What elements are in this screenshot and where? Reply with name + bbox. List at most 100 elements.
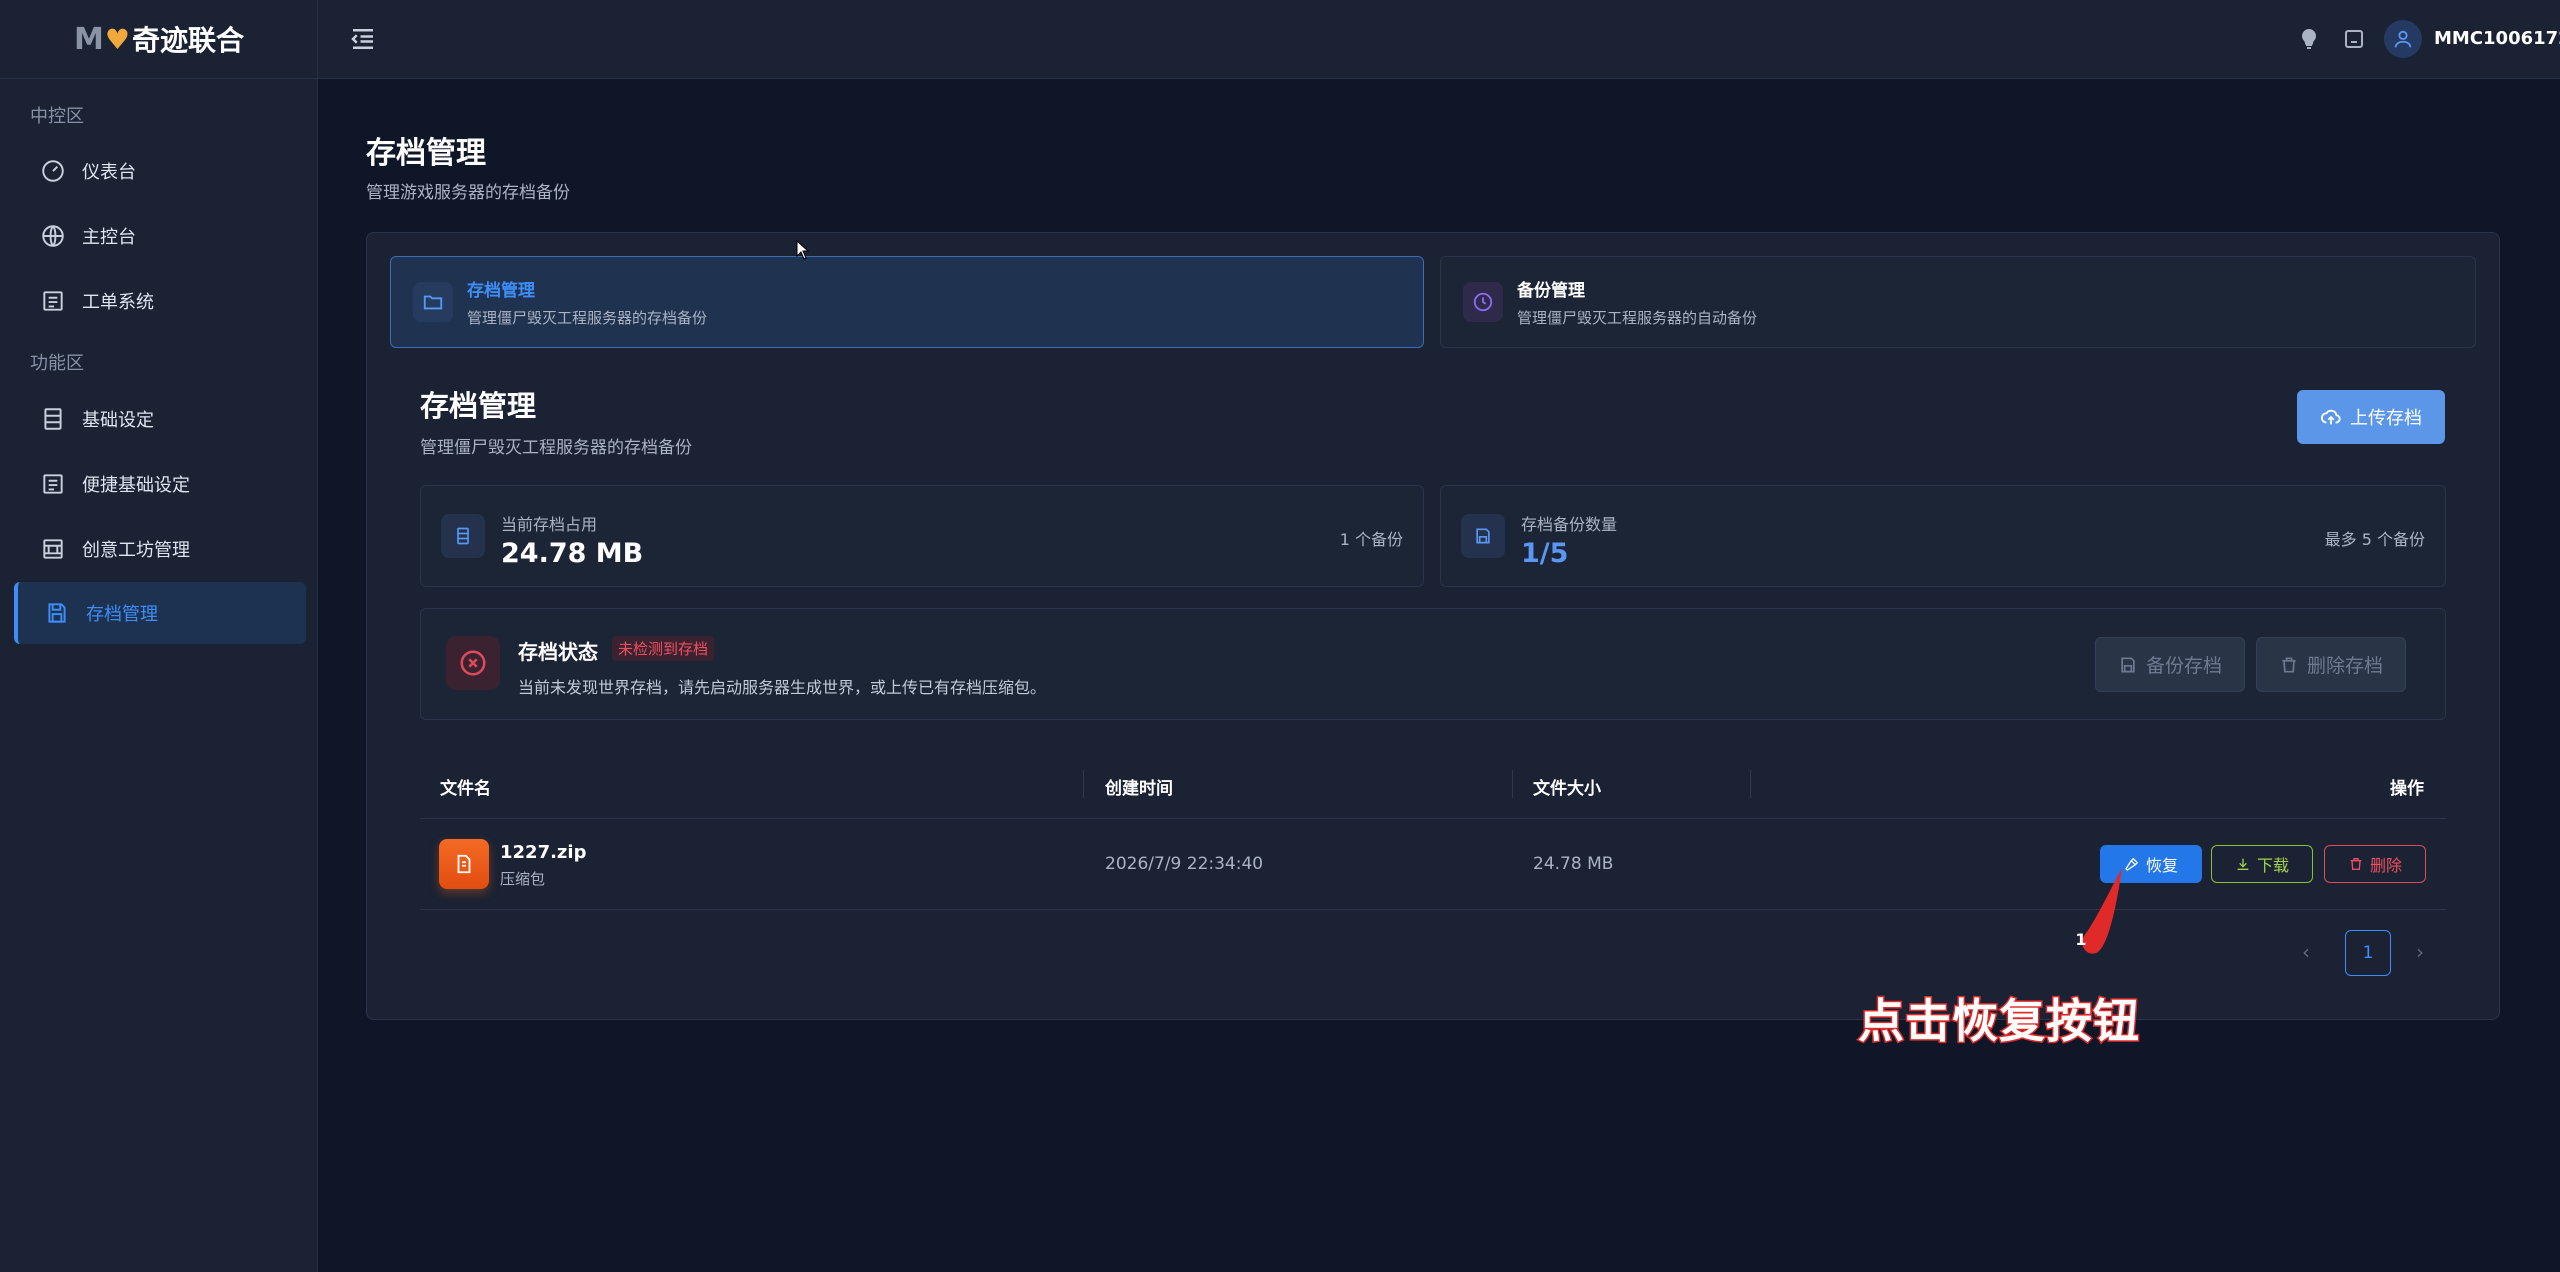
download-icon [2237, 858, 2249, 870]
tab-desc: 管理僵尸毁灭工程服务器的自动备份 [1517, 309, 1758, 327]
list-icon [43, 474, 63, 494]
next-page-button[interactable]: › [2416, 940, 2424, 964]
user-icon [2394, 30, 2412, 48]
folder-icon [423, 295, 443, 310]
stat-note: 1 个备份 [1339, 530, 1403, 549]
stat-icon-wrap [441, 514, 485, 558]
storage-icon [457, 527, 469, 545]
column-header-actions: 操作 [2390, 779, 2424, 799]
column-divider [1512, 770, 1513, 798]
stat-value: 1/5 [1521, 538, 1569, 569]
save-icon [1476, 528, 1490, 544]
clock-icon [1473, 292, 1493, 312]
sidebar-item-workshop[interactable]: 创意工坊管理 [14, 518, 306, 580]
column-divider [1750, 770, 1751, 798]
file-name: 1227.zip [500, 842, 587, 863]
stat-card-storage: 当前存档占用 24.78 MB 1 个备份 [420, 485, 1424, 587]
topbar [318, 0, 2560, 79]
column-divider [1083, 770, 1084, 798]
tab-icon-wrap [413, 282, 453, 322]
sidebar-item-label: 存档管理 [86, 604, 158, 625]
tab-icon-wrap [1463, 282, 1503, 322]
tab-desc: 管理僵尸毁灭工程服务器的存档备份 [467, 309, 708, 327]
stat-label: 当前存档占用 [501, 515, 598, 534]
avatar[interactable] [2384, 20, 2422, 58]
workshop-icon [43, 539, 63, 559]
logo[interactable]: M ♥ 奇迹联合 [0, 0, 318, 79]
list-icon [43, 291, 63, 311]
zip-file-icon [439, 839, 489, 889]
tab-title: 备份管理 [1517, 281, 1585, 301]
sidebar-item-console[interactable]: 主控台 [14, 205, 306, 267]
sidebar-item-saves[interactable]: 存档管理 [14, 582, 306, 644]
sidebar-item-dashboard[interactable]: 仪表台 [14, 140, 306, 202]
page-title: 存档管理 [366, 136, 486, 171]
sidebar-item-label: 仪表台 [82, 162, 136, 183]
prev-page-button[interactable]: ‹ [2302, 940, 2310, 964]
logo-heart-icon: ♥ [104, 22, 130, 56]
column-header-created: 创建时间 [1105, 779, 1173, 799]
annotation-text: 点击恢复按钮 [1857, 993, 2141, 1050]
tab-backup-management[interactable]: 备份管理 管理僵尸毁灭工程服务器的自动备份 [1440, 256, 2476, 348]
table-header-divider [420, 818, 2446, 819]
collapse-menu-button[interactable] [348, 24, 380, 54]
status-badge: 未检测到存档 [612, 636, 715, 661]
created-time: 2026/7/9 22:34:40 [1105, 854, 1264, 874]
stat-note: 最多 5 个备份 [2324, 530, 2425, 549]
delete-save-button[interactable]: 删除存档 [2256, 637, 2406, 692]
server-icon [44, 408, 62, 430]
backup-label: 备份存档 [2145, 655, 2222, 677]
trash-icon [2282, 657, 2296, 672]
save-icon [2121, 657, 2135, 672]
tab-title: 存档管理 [467, 281, 535, 301]
mouse-cursor-icon [796, 240, 810, 260]
page-number-button[interactable]: 1 [2345, 930, 2391, 976]
stat-card-backup-count: 存档备份数量 1/5 最多 5 个备份 [1440, 485, 2446, 587]
upload-label: 上传存档 [2350, 408, 2422, 429]
section-title: 存档管理 [420, 389, 537, 423]
sidebar-item-label: 工单系统 [82, 292, 154, 313]
section-subtitle: 管理僵尸毁灭工程服务器的存档备份 [420, 438, 692, 458]
robot-button[interactable] [2339, 24, 2369, 54]
stat-value: 24.78 MB [501, 538, 644, 569]
sidebar-item-quick-settings[interactable]: 便捷基础设定 [14, 453, 306, 515]
callout-pin-icon [2082, 868, 2122, 954]
callout-step-number: 1 [2075, 930, 2087, 949]
document-icon [457, 854, 471, 874]
tab-save-management[interactable]: 存档管理 管理僵尸毁灭工程服务器的存档备份 [390, 256, 1424, 348]
section-label-functions: 功能区 [30, 353, 84, 374]
sidebar-item-label: 便捷基础设定 [82, 475, 190, 496]
delete-label: 删除存档 [2306, 655, 2383, 677]
status-description: 当前未发现世界存档，请先启动服务器生成世界，或上传已有存档压缩包。 [518, 678, 1047, 697]
sidebar-item-label: 基础设定 [82, 410, 154, 431]
page-subtitle: 管理游戏服务器的存档备份 [366, 183, 570, 203]
delete-row-label: 删除 [2369, 856, 2402, 875]
username[interactable]: MMC1006172 [2434, 28, 2560, 49]
trash-icon [2350, 858, 2362, 870]
error-circle-icon [460, 650, 486, 676]
bulb-icon [2301, 28, 2317, 49]
section-label-control: 中控区 [30, 106, 84, 127]
gauge-icon [42, 160, 64, 182]
robot-icon [2345, 30, 2363, 48]
download-button[interactable]: 下载 [2211, 845, 2313, 883]
file-type: 压缩包 [500, 870, 546, 888]
globe-icon [42, 225, 64, 247]
sidebar-item-label: 主控台 [82, 227, 136, 248]
brand-name: 奇迹联合 [131, 24, 244, 57]
logo-mark: M [74, 21, 104, 57]
backup-save-button[interactable]: 备份存档 [2095, 637, 2245, 692]
collapse-menu-icon [351, 29, 373, 49]
theme-toggle-button[interactable] [2294, 24, 2324, 54]
sidebar-item-basic-settings[interactable]: 基础设定 [14, 388, 306, 450]
sidebar-item-label: 创意工坊管理 [82, 540, 190, 561]
stat-label: 存档备份数量 [1521, 515, 1618, 534]
cloud-upload-icon [2320, 409, 2341, 425]
column-header-filename: 文件名 [440, 779, 491, 799]
status-icon-wrap [446, 636, 500, 690]
upload-save-button[interactable]: 上传存档 [2297, 390, 2445, 444]
sidebar-item-tickets[interactable]: 工单系统 [14, 270, 306, 332]
stat-icon-wrap [1461, 514, 1505, 558]
file-size: 24.78 MB [1533, 854, 1614, 874]
delete-button[interactable]: 删除 [2324, 845, 2426, 883]
